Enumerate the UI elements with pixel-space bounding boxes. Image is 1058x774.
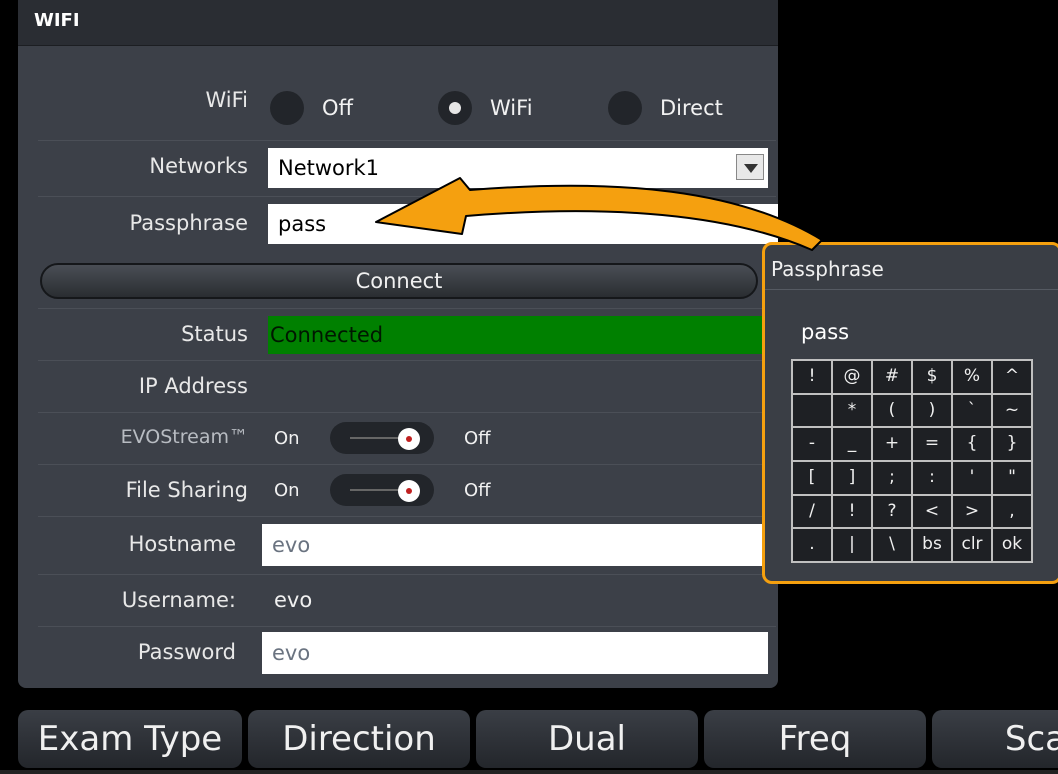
file-sharing-toggle[interactable]: [330, 474, 434, 506]
passphrase-keyboard: Passphrase pass ! @ # $ % ^ * ( ) ` ~ - …: [762, 242, 1058, 584]
networks-label: Networks: [149, 154, 248, 178]
key[interactable]: .: [793, 529, 831, 561]
key[interactable]: ?: [873, 495, 911, 528]
file-sharing-on-label: On: [274, 480, 300, 501]
key[interactable]: =: [913, 428, 951, 460]
toolbar-scan-button[interactable]: Sca: [932, 710, 1058, 768]
divider: [38, 464, 776, 465]
networks-value: Network1: [278, 156, 380, 180]
key[interactable]: ,: [993, 495, 1031, 528]
toggle-knob[interactable]: [398, 480, 420, 502]
divider: [765, 289, 1058, 290]
keyboard-title: Passphrase: [771, 257, 884, 281]
panel-header: WIFI: [18, 0, 778, 46]
toggle-knob[interactable]: [398, 428, 420, 450]
divider: [38, 412, 776, 413]
divider: [38, 196, 776, 197]
key[interactable]: ': [953, 461, 991, 494]
key[interactable]: [: [793, 461, 831, 494]
key[interactable]: ]: [833, 461, 871, 494]
key-clear[interactable]: clr: [953, 529, 991, 561]
wifi-mode-label: WiFi: [205, 88, 248, 112]
key[interactable]: ): [913, 394, 951, 427]
key[interactable]: /: [793, 495, 831, 528]
key[interactable]: +: [873, 428, 911, 460]
chevron-down-icon[interactable]: [736, 154, 764, 180]
key[interactable]: [793, 394, 831, 427]
radio-off[interactable]: [270, 91, 304, 125]
key[interactable]: :: [913, 461, 951, 494]
status-label: Status: [181, 322, 248, 346]
key[interactable]: |: [833, 529, 871, 561]
key-grid: ! @ # $ % ^ * ( ) ` ~ - _ + = { } [ ] ; …: [791, 359, 1033, 563]
hostname-label: Hostname: [128, 532, 236, 556]
divider: [38, 308, 776, 309]
radio-direct[interactable]: [608, 91, 642, 125]
key[interactable]: `: [953, 394, 991, 427]
key[interactable]: \: [873, 529, 911, 561]
toolbar-dual-button[interactable]: Dual: [476, 710, 698, 768]
keyboard-input[interactable]: pass: [791, 315, 1025, 349]
passphrase-input[interactable]: pass: [268, 204, 778, 244]
divider: [38, 626, 776, 627]
panel-title: WIFI: [34, 10, 80, 31]
file-sharing-label: File Sharing: [125, 478, 248, 502]
key[interactable]: -: [793, 428, 831, 460]
evostream-off-label: Off: [464, 428, 491, 449]
wifi-settings-panel: WIFI WiFi Off WiFi Direct Networks Netwo…: [18, 0, 778, 688]
key[interactable]: ~: [993, 394, 1031, 427]
key[interactable]: <: [913, 495, 951, 528]
username-value: evo: [274, 588, 313, 612]
toolbar-scan-label: Sca: [1004, 719, 1058, 759]
key-backspace[interactable]: bs: [913, 529, 951, 561]
key[interactable]: (: [873, 394, 911, 427]
divider: [38, 574, 776, 575]
key[interactable]: ;: [873, 461, 911, 494]
hostname-input[interactable]: evo: [262, 524, 768, 566]
radio-off-label: Off: [322, 96, 353, 120]
key[interactable]: *: [833, 394, 871, 427]
key[interactable]: >: [953, 495, 991, 528]
key[interactable]: ": [993, 461, 1031, 494]
key[interactable]: _: [833, 428, 871, 460]
status-value: Connected: [268, 316, 778, 354]
radio-wifi[interactable]: [438, 91, 472, 125]
toolbar-freq-button[interactable]: Freq: [704, 710, 926, 768]
evostream-toggle[interactable]: [330, 422, 434, 454]
key-ok[interactable]: ok: [993, 529, 1031, 561]
key[interactable]: ^: [993, 361, 1031, 393]
networks-dropdown[interactable]: Network1: [268, 148, 768, 188]
key[interactable]: !: [793, 361, 831, 393]
file-sharing-off-label: Off: [464, 480, 491, 501]
password-label: Password: [137, 640, 236, 664]
password-input[interactable]: evo: [262, 632, 768, 674]
divider: [0, 770, 1058, 774]
divider: [38, 516, 776, 517]
key[interactable]: $: [913, 361, 951, 393]
toolbar-direction-button[interactable]: Direction: [248, 710, 470, 768]
username-label: Username:: [121, 588, 236, 612]
radio-wifi-label: WiFi: [490, 96, 533, 120]
divider: [38, 140, 776, 141]
evostream-label: EVOStream™: [120, 426, 248, 448]
key[interactable]: {: [953, 428, 991, 460]
key[interactable]: #: [873, 361, 911, 393]
connect-button[interactable]: Connect: [40, 263, 758, 299]
evostream-on-label: On: [274, 428, 300, 449]
ip-address-label: IP Address: [138, 374, 248, 398]
key[interactable]: @: [833, 361, 871, 393]
key[interactable]: }: [993, 428, 1031, 460]
divider: [38, 360, 776, 361]
key[interactable]: !: [833, 495, 871, 528]
passphrase-label: Passphrase: [129, 211, 248, 235]
toolbar-exam-type-button[interactable]: Exam Type: [18, 710, 242, 768]
key[interactable]: %: [953, 361, 991, 393]
radio-direct-label: Direct: [660, 96, 723, 120]
